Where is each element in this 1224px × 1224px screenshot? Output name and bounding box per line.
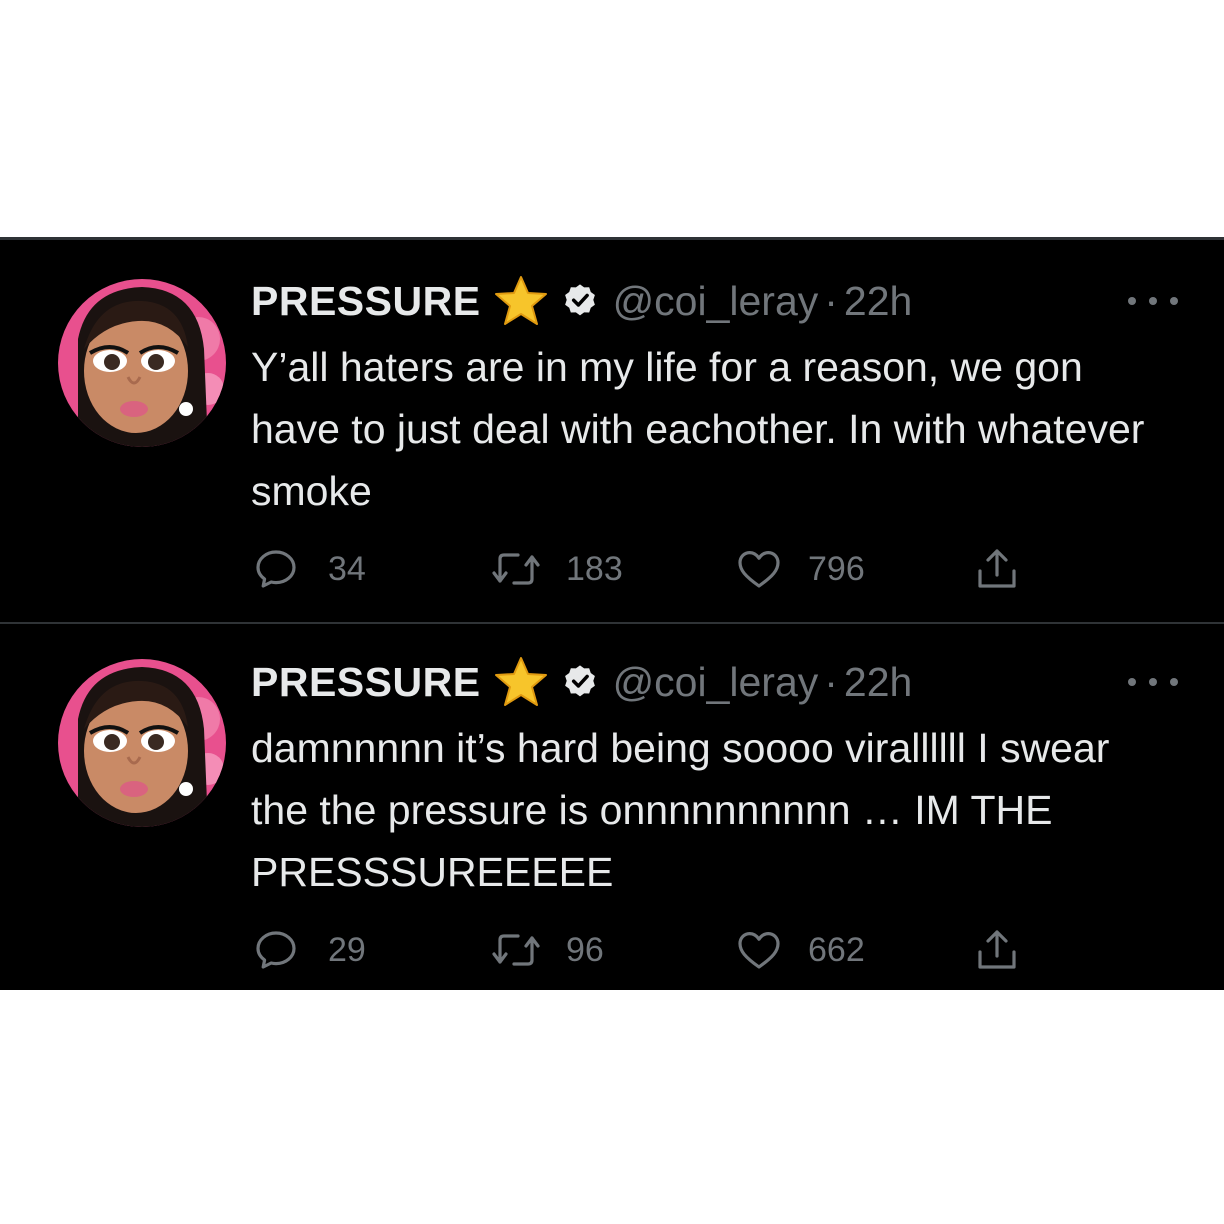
reply-count: 29 — [328, 930, 366, 969]
separator: · — [824, 277, 838, 324]
more-icon[interactable] — [1128, 670, 1178, 694]
reply-button[interactable]: 29 — [252, 926, 366, 974]
reply-count: 34 — [328, 549, 366, 588]
tweet-text: damnnnnn it’s hard being soooo viralllll… — [251, 725, 1110, 895]
tweet-header: PRESSURE @coi_leray · 22h — [251, 657, 912, 707]
like-count: 662 — [808, 930, 865, 969]
reply-button[interactable]: 34 — [252, 545, 366, 593]
star-emoji — [493, 275, 549, 327]
like-icon — [738, 932, 780, 969]
handle[interactable]: @coi_leray — [613, 278, 819, 325]
retweet-button[interactable]: 183 — [490, 545, 623, 593]
retweet-count: 96 — [566, 930, 604, 969]
tweet-divider — [0, 622, 1224, 624]
share-button[interactable] — [972, 545, 1022, 593]
like-button[interactable]: 796 — [734, 545, 865, 593]
timestamp[interactable]: 22h — [844, 278, 912, 325]
tweet-text: Y’all haters are in my life for a reason… — [251, 344, 1145, 514]
action-bar: 29 96 662 — [0, 926, 1224, 976]
retweet-count: 183 — [566, 549, 623, 588]
verified-badge-icon — [561, 282, 599, 320]
share-icon — [978, 930, 1016, 969]
like-count: 796 — [808, 549, 865, 588]
action-bar: 34 183 796 — [0, 545, 1224, 595]
handle[interactable]: @coi_leray — [613, 659, 819, 706]
timestamp[interactable]: 22h — [844, 659, 912, 706]
more-icon[interactable] — [1128, 289, 1178, 313]
separator: · — [824, 658, 838, 705]
retweet-icon — [492, 934, 540, 966]
display-name[interactable]: PRESSURE — [251, 278, 481, 325]
reply-icon — [256, 550, 296, 588]
retweet-button[interactable]: 96 — [490, 926, 604, 974]
avatar[interactable] — [58, 279, 226, 447]
retweet-icon — [492, 553, 540, 585]
share-icon — [978, 549, 1016, 588]
share-button[interactable] — [972, 926, 1022, 974]
reply-icon — [256, 931, 296, 969]
avatar[interactable] — [58, 659, 226, 827]
star-emoji — [493, 656, 549, 708]
display-name[interactable]: PRESSURE — [251, 659, 481, 706]
verified-badge-icon — [561, 663, 599, 701]
like-icon — [738, 551, 780, 588]
like-button[interactable]: 662 — [734, 926, 865, 974]
tweet-header: PRESSURE @coi_leray · 22h — [251, 276, 912, 326]
